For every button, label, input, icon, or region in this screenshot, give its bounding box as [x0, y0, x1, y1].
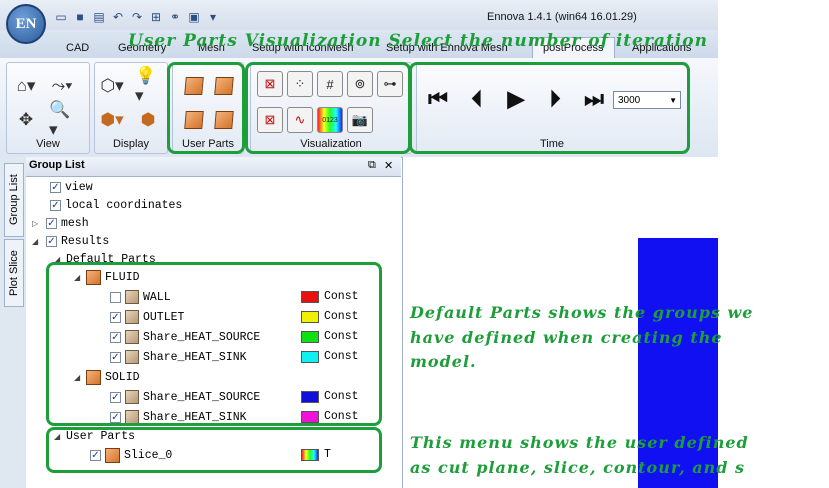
annotation-user-2: as cut plane, slice, contour, and s	[410, 458, 746, 477]
group-list-header: Group List ⧉ ✕	[26, 157, 401, 177]
highlight-user-parts-tree	[46, 427, 382, 473]
tree-item-mesh[interactable]: ▷ ✓ mesh	[32, 214, 89, 232]
annotation-user-1: This menu shows the user defined	[410, 433, 749, 452]
zoom-icon[interactable]: 🔍▾	[49, 100, 75, 139]
highlight-user-parts	[167, 62, 245, 154]
highlight-visualization	[245, 62, 411, 154]
dropdown-icon[interactable]: ▾	[206, 10, 220, 24]
tree-item-local-coordinates[interactable]: ✓ local coordinates	[38, 196, 182, 214]
tab-plot-slice[interactable]: Plot Slice	[4, 239, 24, 307]
quick-access-toolbar: ▭ ■ ▤ ↶ ↷ ⊞ ⚭ ▣ ▾	[54, 10, 220, 26]
view-group-label: View	[36, 138, 60, 150]
tree-item-results[interactable]: ◢ ✓ Results	[32, 232, 109, 250]
window-title: Ennova 1.4.1 (win64 16.01.29)	[487, 11, 637, 23]
logo-text: EN	[15, 15, 37, 32]
transparent-cube-icon[interactable]: ⬢	[135, 107, 161, 133]
item-label: view	[65, 180, 93, 194]
annotation-top: User Parts Visualization Select the numb…	[128, 31, 708, 51]
checkbox[interactable]: ✓	[46, 217, 57, 229]
new-icon[interactable]: ▭	[54, 10, 68, 24]
highlight-default-parts	[46, 262, 382, 426]
undo-icon[interactable]: ↶	[111, 10, 125, 24]
light-icon[interactable]: 💡▾	[135, 66, 161, 105]
item-label: Results	[61, 234, 110, 248]
dock-icon[interactable]: ⧉	[368, 159, 376, 172]
view-icon[interactable]: ▣	[187, 10, 201, 24]
expand-icon[interactable]: ▷	[32, 219, 42, 228]
view-group: ⌂▾ ⤳▾ ✥ 🔍▾ View	[6, 62, 90, 154]
checkbox[interactable]: ✓	[50, 199, 61, 211]
side-tab-strip: Group List Plot Slice	[0, 157, 27, 488]
app-logo-button[interactable]: EN	[6, 4, 46, 44]
grid-icon[interactable]: ⊞	[149, 10, 163, 24]
display-group-label: Display	[112, 138, 150, 150]
tab-group-list[interactable]: Group List	[4, 163, 24, 237]
display-group: ⬡▾ 💡▾ ⬢▾ ⬢ Display	[94, 62, 168, 154]
pan-icon[interactable]: ✥	[13, 107, 39, 133]
item-label: local coordinates	[65, 198, 183, 212]
home-icon[interactable]: ⌂▾	[13, 73, 39, 99]
item-label: mesh	[61, 216, 89, 230]
annotation-default-3: model.	[410, 352, 477, 371]
checkbox[interactable]: ✓	[46, 235, 57, 247]
outer-background	[718, 0, 829, 488]
panel-title: Group List	[29, 159, 85, 171]
save-as-icon[interactable]: ▤	[92, 10, 106, 24]
tree-item-view[interactable]: ✓ view	[38, 178, 93, 196]
save-icon[interactable]: ■	[73, 10, 87, 24]
axis-icon[interactable]: ⤳▾	[49, 73, 75, 99]
annotation-default-2: have defined when creating the	[410, 328, 723, 347]
highlight-time	[409, 62, 690, 154]
close-icon[interactable]: ✕	[384, 159, 393, 172]
redo-icon[interactable]: ↷	[130, 10, 144, 24]
tab-cad[interactable]: CAD	[66, 42, 89, 54]
annotation-default-1: Default Parts shows the groups we	[410, 303, 754, 322]
shaded-cube-icon[interactable]: ⬢▾	[99, 107, 125, 133]
cube-wire-icon[interactable]: ⬡▾	[99, 73, 125, 99]
link-icon[interactable]: ⚭	[168, 10, 182, 24]
collapse-icon[interactable]: ◢	[32, 237, 42, 246]
checkbox[interactable]: ✓	[50, 181, 61, 193]
